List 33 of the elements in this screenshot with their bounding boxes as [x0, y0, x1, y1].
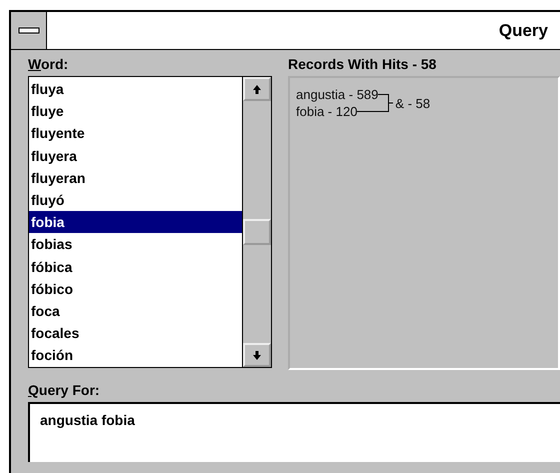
- records-label: Records With Hits - 58: [288, 55, 438, 74]
- up-arrow-icon: [253, 84, 261, 94]
- scroll-thumb[interactable]: [243, 219, 271, 245]
- word-list[interactable]: fluya fluye fluyente fluyera fluyeran fluyó fobia fobias fóbica fóbico foca focales foción: [28, 76, 272, 368]
- word-item[interactable]: fluyó: [29, 188, 242, 212]
- query-label: Query For:: [28, 381, 101, 400]
- dash-icon: [18, 26, 40, 34]
- query-field[interactable]: angustia fobia: [28, 402, 560, 462]
- word-label: Word:: [28, 55, 70, 74]
- word-item[interactable]: fóbica: [29, 256, 242, 278]
- word-item[interactable]: fluye: [29, 100, 242, 122]
- word-item[interactable]: fluyeran: [29, 166, 242, 189]
- scrollbar[interactable]: [242, 77, 271, 367]
- word-item[interactable]: fobias: [29, 233, 242, 256]
- bracket-line: [384, 94, 394, 112]
- word-item[interactable]: fobia: [29, 211, 242, 234]
- word-item[interactable]: foca: [29, 300, 242, 322]
- window-title: Query: [498, 20, 549, 42]
- word-item[interactable]: fluya: [29, 78, 242, 100]
- system-menu-button[interactable]: [11, 12, 47, 49]
- word-item[interactable]: fóbico: [29, 278, 242, 300]
- term-hit-count: fobia - 120: [296, 104, 358, 119]
- combined-hit-count: & - 58: [395, 96, 430, 110]
- scroll-up-button[interactable]: [243, 77, 271, 101]
- word-item[interactable]: focales: [29, 322, 242, 344]
- connector-line: [357, 111, 384, 112]
- connector-line: [378, 94, 384, 95]
- down-arrow-icon: [253, 350, 261, 360]
- word-item[interactable]: fluyera: [29, 144, 242, 167]
- word-item[interactable]: fluyente: [29, 122, 242, 145]
- word-item[interactable]: foción: [29, 344, 242, 366]
- term-hit-count: angustia - 589: [296, 87, 378, 102]
- scroll-down-button[interactable]: [243, 343, 271, 367]
